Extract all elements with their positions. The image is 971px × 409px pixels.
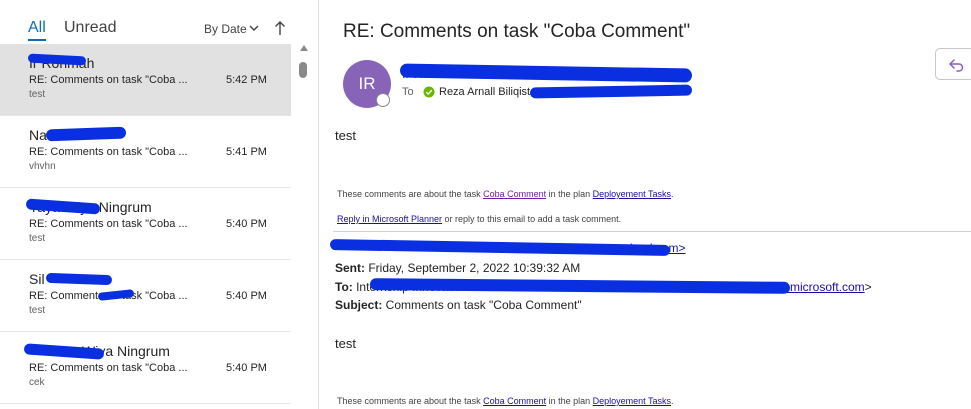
scroll-up-arrow-icon[interactable]	[300, 45, 308, 51]
message-time: 5:41 PM	[226, 146, 267, 158]
message-subject: RE: Comments on task "Coba ...	[29, 146, 188, 158]
tab-all-underline	[28, 39, 46, 41]
message-item[interactable]: Na mi RE: Comments on task "Coba ... 5:4…	[0, 116, 291, 188]
note-text: .	[671, 396, 674, 406]
to-label: To	[402, 86, 414, 98]
note-text: in the plan	[546, 189, 593, 199]
reply-arrow-icon	[949, 59, 964, 72]
subject-label: Subject:	[335, 298, 383, 312]
message-preview: test	[29, 89, 46, 100]
task-link[interactable]: Coba Comment	[483, 396, 546, 406]
message-time: 5:40 PM	[226, 218, 267, 230]
plan-link[interactable]: Deployement Tasks	[593, 396, 671, 406]
presence-status-icon	[376, 93, 390, 107]
subject-value: Comments on task "Coba Comment"	[382, 298, 582, 312]
mail-subject-title: RE: Comments on task "Coba Comment"	[343, 21, 691, 42]
message-time: 5:42 PM	[226, 74, 267, 86]
reply-button[interactable]	[935, 48, 971, 80]
task-link[interactable]: Coba Comment	[483, 189, 546, 199]
sent-label: Sent:	[335, 261, 365, 275]
message-preview: vhvhn	[29, 161, 56, 172]
to-label-quoted: To:	[335, 280, 353, 294]
message-sender: Sil	[29, 271, 45, 287]
redaction-mark	[45, 126, 127, 142]
tab-unread[interactable]: Unread	[64, 19, 116, 37]
message-time: 5:40 PM	[226, 362, 267, 374]
planner-task-note: These comments are about the task Coba C…	[337, 189, 674, 199]
chevron-down-icon[interactable]	[248, 23, 260, 33]
sort-direction-arrow-icon[interactable]	[274, 20, 286, 36]
note-text: .	[671, 189, 674, 199]
sent-value: Friday, September 2, 2022 10:39:32 AM	[365, 261, 581, 275]
note-text: in the plan	[546, 396, 593, 406]
quoted-sent-line: Sent: Friday, September 2, 2022 10:39:32…	[335, 261, 580, 275]
message-item[interactable]: Wiya Ningrum RE: Comments on task "Coba …	[0, 332, 291, 404]
note-text: These comments are about the task	[337, 189, 484, 199]
note-text: or reply to this email to add a task com…	[442, 214, 622, 224]
message-subject: RE: Comments on task "Coba ...	[29, 74, 188, 86]
message-preview: cek	[29, 377, 45, 388]
message-subject: RE: Comments on task "Coba ...	[29, 218, 188, 230]
redaction-mark	[45, 272, 113, 286]
plan-link[interactable]: Deployement Tasks	[593, 189, 671, 199]
filter-bar: All Unread By Date	[0, 0, 300, 44]
message-time: 5:40 PM	[226, 290, 267, 302]
tab-all[interactable]: All	[28, 19, 46, 37]
scrollbar-thumb[interactable]	[299, 62, 307, 78]
to-end: >	[864, 280, 872, 294]
quoted-divider	[333, 231, 971, 232]
message-list-pane: All Unread By Date Ir Rohmah RE: Comment…	[0, 0, 319, 409]
reply-in-planner-link[interactable]: Reply in Microsoft Planner	[337, 214, 442, 224]
presence-available-check-icon	[423, 86, 435, 98]
message-item[interactable]: Ir Rohmah RE: Comments on task "Coba ...…	[0, 44, 291, 116]
reading-pane: RE: Comments on task "Coba Comment" IR I…	[320, 0, 971, 409]
message-list-scrollbar[interactable]	[297, 44, 311, 409]
message-item[interactable]: Sil RE: Comments on task "Coba ... 5:40 …	[0, 260, 291, 332]
quoted-subject-line: Subject: Comments on task "Coba Comment"	[335, 298, 582, 312]
quoted-planner-task-note: These comments are about the task Coba C…	[337, 396, 674, 406]
message-item[interactable]: Yaya Wiya Ningrum RE: Comments on task "…	[0, 188, 291, 260]
message-preview: test	[29, 233, 46, 244]
sort-by-date-button[interactable]: By Date	[204, 22, 247, 36]
note-text: These comments are about the task	[337, 396, 484, 406]
message-preview: test	[29, 305, 46, 316]
planner-reply-note: Reply in Microsoft Planner or reply to t…	[337, 214, 621, 224]
message-subject: RE: Comments on task "Coba ...	[29, 362, 188, 374]
mail-body-text: test	[335, 128, 356, 143]
quoted-body-text: test	[335, 336, 356, 351]
